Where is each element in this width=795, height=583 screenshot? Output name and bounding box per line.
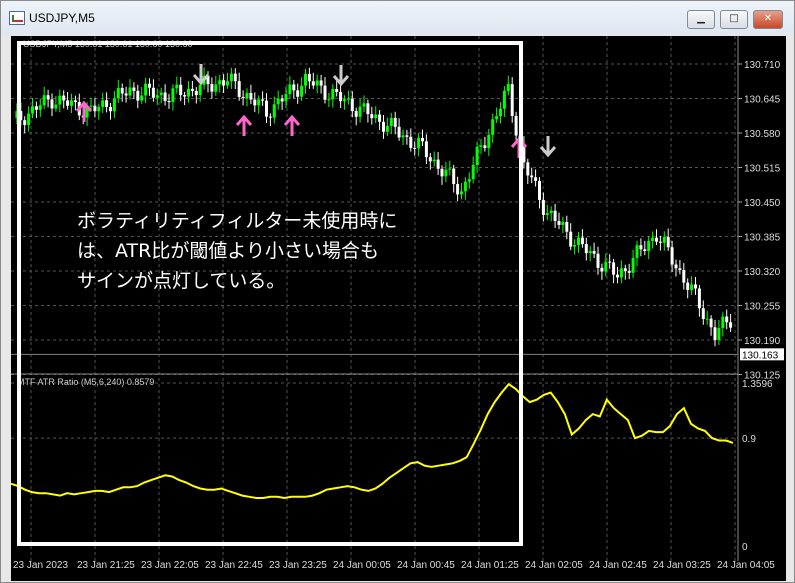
candle-body bbox=[541, 199, 545, 215]
annotation-line-2: は、ATR比が閾値より小さい場合も bbox=[77, 240, 379, 262]
candle-body bbox=[713, 327, 717, 340]
candle-body bbox=[557, 220, 561, 225]
candle-body bbox=[592, 250, 596, 254]
candle-body bbox=[573, 244, 577, 247]
candle-body bbox=[549, 210, 553, 214]
candle-body bbox=[538, 180, 541, 200]
candle-body bbox=[604, 261, 608, 272]
time-tick-label: 24 Jan 02:45 bbox=[589, 560, 647, 571]
price-tick-label: 130.255 bbox=[744, 302, 781, 313]
candle-body bbox=[651, 237, 655, 241]
candle-body bbox=[678, 268, 682, 270]
time-tick-label: 24 Jan 00:45 bbox=[397, 560, 455, 571]
candle-body bbox=[701, 308, 705, 320]
candle-body bbox=[717, 328, 721, 340]
candle-body bbox=[608, 261, 612, 263]
candle-body bbox=[658, 241, 662, 243]
candle-body bbox=[565, 222, 569, 232]
price-tick-label: 130.385 bbox=[744, 233, 781, 244]
candle-body bbox=[580, 237, 584, 245]
candle-body bbox=[627, 271, 631, 273]
price-tick-label: 130.580 bbox=[744, 129, 781, 140]
candle-body bbox=[662, 237, 666, 243]
close-button[interactable]: ✕ bbox=[753, 10, 783, 29]
candle-body bbox=[697, 288, 701, 309]
candle-body bbox=[643, 249, 647, 251]
annotation-line-1: ボラティリティフィルター未使用時に bbox=[77, 210, 398, 232]
time-tick-label: 24 Jan 00:05 bbox=[333, 560, 391, 571]
candle-body bbox=[721, 316, 725, 329]
indicator-tick-label: 1.3596 bbox=[742, 379, 773, 390]
price-tick-label: 130.645 bbox=[744, 95, 781, 106]
minimize-button[interactable]: ▁ bbox=[687, 10, 715, 29]
annotation-line-3: サインが点灯している。 bbox=[77, 270, 286, 292]
title-bar[interactable]: USDJPY,M5 ▁ □ ✕ bbox=[1, 1, 794, 35]
candle-body bbox=[655, 237, 658, 242]
candle-body bbox=[674, 264, 678, 269]
time-tick-label: 23 Jan 22:45 bbox=[205, 560, 263, 571]
candle-body bbox=[588, 250, 592, 254]
candle-body bbox=[670, 247, 674, 265]
candle-body bbox=[545, 213, 549, 215]
candle-body bbox=[526, 162, 530, 176]
candle-body bbox=[647, 240, 651, 251]
time-tick-label: 24 Jan 01:25 bbox=[461, 560, 519, 571]
chart-area[interactable]: 130.710 130.645 130.580 130.515 130.450 130.3… bbox=[11, 36, 786, 581]
candle-body bbox=[619, 268, 623, 278]
candle-body bbox=[682, 269, 686, 283]
time-tick-label: 24 Jan 02:05 bbox=[525, 560, 583, 571]
chart-window-icon bbox=[9, 11, 25, 25]
time-tick-label: 23 Jan 22:05 bbox=[141, 560, 199, 571]
indicator-axis: 1.3596 0.9 0 bbox=[742, 379, 773, 553]
price-tick-label: 130.320 bbox=[744, 267, 781, 278]
chart-window: USDJPY,M5 ▁ □ ✕ 130.710 130.645 130.580 130… bbox=[0, 0, 795, 583]
candle-body bbox=[530, 175, 534, 178]
candle-body bbox=[666, 237, 670, 248]
time-tick-label: 23 Jan 2023 bbox=[13, 560, 68, 571]
candle-body bbox=[694, 284, 697, 289]
candle-body bbox=[729, 322, 733, 328]
candle-body bbox=[686, 282, 690, 290]
indicator-tick-label: 0.9 bbox=[742, 434, 756, 445]
time-tick-label: 23 Jan 23:25 bbox=[269, 560, 327, 571]
window-title: USDJPY,M5 bbox=[29, 11, 95, 25]
price-tick-label: 130.515 bbox=[744, 164, 781, 175]
candle-body bbox=[596, 253, 600, 268]
candle-body bbox=[616, 274, 619, 278]
candle-body bbox=[534, 177, 538, 181]
candle-body bbox=[690, 284, 694, 290]
price-tick-label: 130.450 bbox=[744, 198, 781, 209]
candle-body bbox=[705, 318, 709, 320]
price-axis: 130.710 130.645 130.580 130.515 130.450 130.3… bbox=[738, 60, 781, 382]
candle-body bbox=[584, 244, 588, 254]
candle-body bbox=[725, 316, 729, 323]
time-tick-label: 24 Jan 03:25 bbox=[653, 560, 711, 571]
candle-body bbox=[631, 257, 635, 273]
candle-body bbox=[600, 267, 604, 272]
candle-body bbox=[553, 210, 557, 221]
candle-body bbox=[569, 231, 573, 247]
time-tick-label: 24 Jan 04:05 bbox=[717, 560, 775, 571]
indicator-tick-label: 0 bbox=[742, 542, 748, 553]
candle-body bbox=[561, 222, 565, 225]
candle-body bbox=[623, 268, 627, 272]
price-tick-label: 130.710 bbox=[744, 60, 781, 71]
candle-body bbox=[635, 245, 639, 258]
candle-body bbox=[577, 237, 580, 245]
time-axis: 23 Jan 2023 23 Jan 21:25 23 Jan 22:05 23 Ja… bbox=[13, 560, 775, 571]
price-tick-label: 130.190 bbox=[744, 336, 781, 347]
current-price-label: 130.163 bbox=[742, 350, 779, 361]
candle-body bbox=[639, 245, 643, 250]
candle-body bbox=[612, 262, 616, 275]
maximize-button[interactable]: □ bbox=[720, 10, 748, 29]
candle-body bbox=[709, 318, 713, 328]
time-tick-label: 23 Jan 21:25 bbox=[77, 560, 135, 571]
annotation-text: ボラティリティフィルター未使用時に は、ATR比が閾値より小さい場合も サインが… bbox=[77, 206, 497, 296]
